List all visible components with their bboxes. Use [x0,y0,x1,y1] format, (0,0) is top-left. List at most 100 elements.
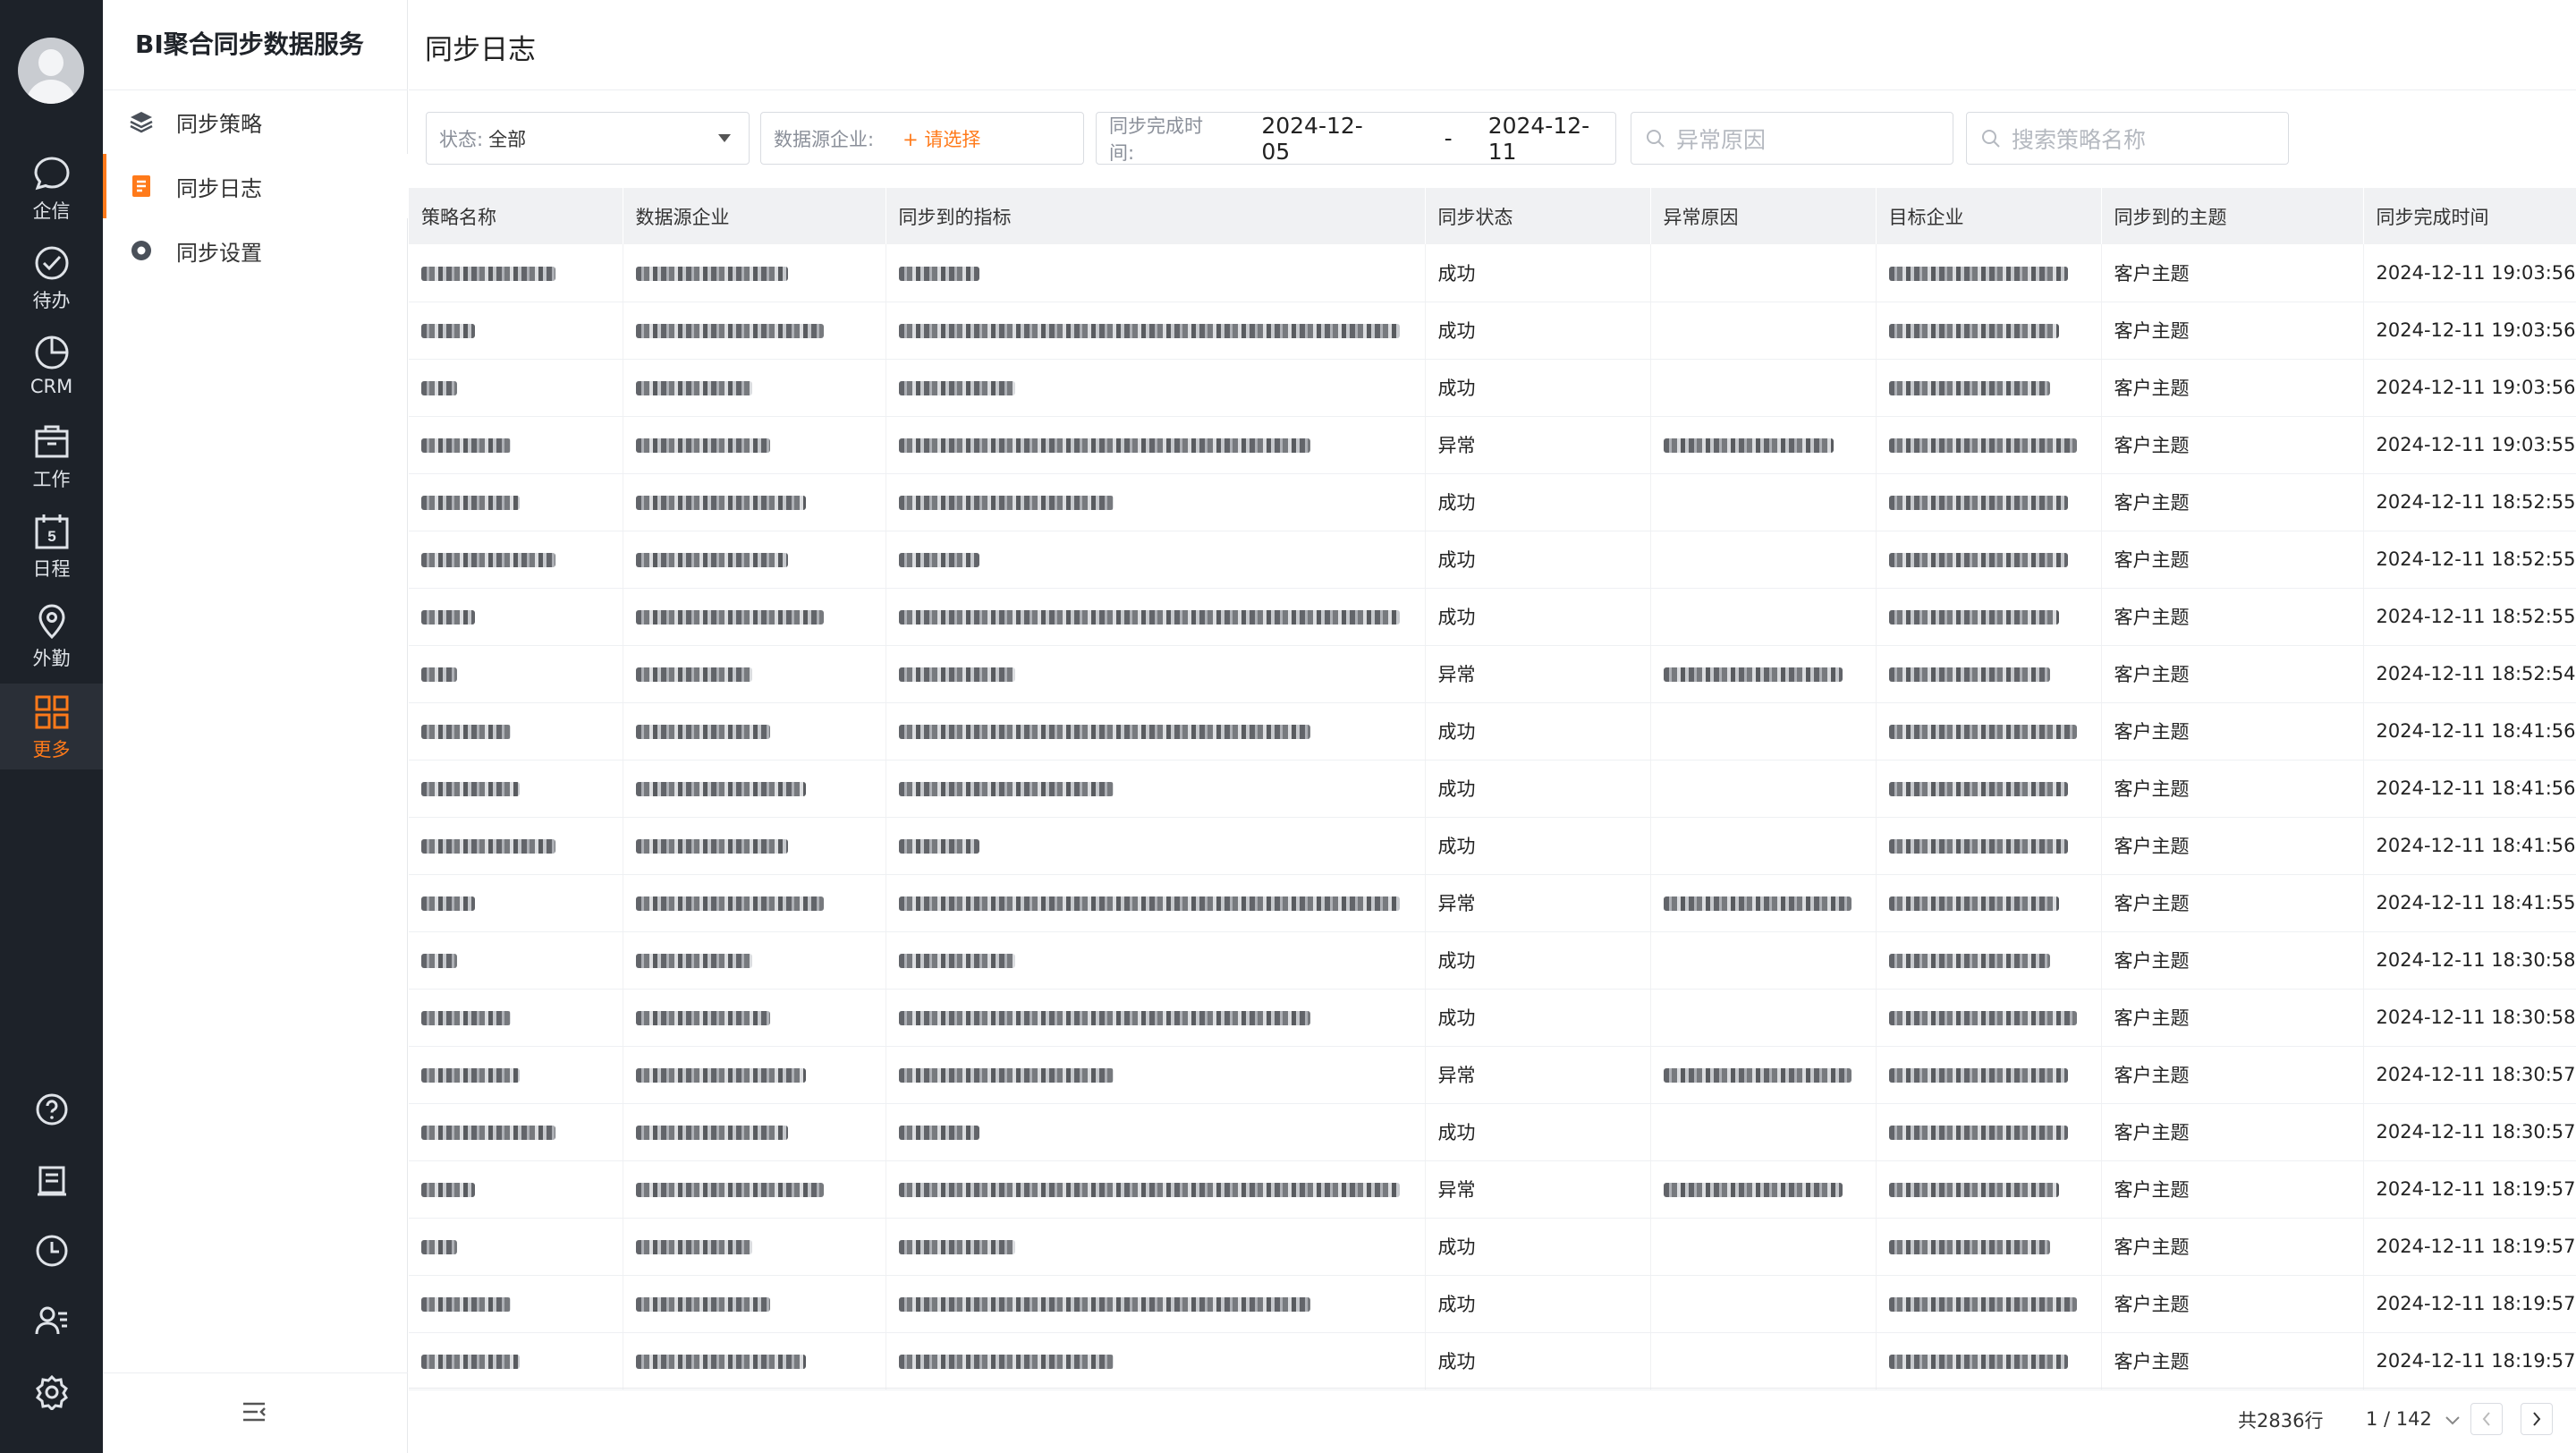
redacted-text [635,839,788,854]
table-row[interactable]: 异常 客户主题 2024-12-11 18:52:54 [409,645,2576,703]
next-page-button[interactable] [2521,1403,2553,1435]
redacted-text [635,1183,824,1197]
nav-item-field[interactable]: 外勤 [0,592,103,678]
nav-item-work[interactable]: 工作 [0,413,103,499]
target-company-cell [1876,931,2102,990]
history-button[interactable] [0,1222,103,1276]
table-row[interactable]: 成功 客户主题 2024-12-11 18:30:58 [409,931,2576,990]
redacted-text [1888,725,2077,739]
sync-status-cell: 异常 [1425,874,1651,932]
target-company-cell [1876,244,2102,302]
clock-icon [36,1235,67,1267]
table-row[interactable]: 异常 客户主题 2024-12-11 18:41:55 [409,874,2576,932]
date-from[interactable]: 2024-12-05 [1261,113,1388,165]
redacted-text [421,324,475,338]
table-row[interactable]: 异常 客户主题 2024-12-11 18:30:57 [409,1046,2576,1104]
redacted-text [1888,381,2050,395]
exception-reason-search[interactable]: 异常原因 [1631,112,1953,165]
table-row[interactable]: 成功 客户主题 2024-12-11 19:03:56 [409,244,2576,302]
calendar-day: 5 [47,528,55,545]
nav-item-calendar[interactable]: 5 日程 [0,503,103,589]
target-company-cell [1876,473,2102,531]
redacted-text [635,725,770,739]
nav-item-more[interactable]: 更多 [0,684,103,769]
table-row[interactable]: 成功 客户主题 2024-12-11 19:03:56 [409,359,2576,417]
sync-time-filter[interactable]: 同步完成时间: 2024-12-05 - 2024-12-11 [1096,112,1616,165]
metrics-cell [886,244,1426,302]
nav-item-crm[interactable]: CRM [0,324,103,410]
exception-reason-cell [1650,588,1877,646]
sync-status-cell: 成功 [1425,588,1651,646]
table-row[interactable]: 异常 客户主题 2024-12-11 18:19:57 [409,1160,2576,1219]
col-header[interactable]: 同步完成时间 [2363,188,2576,244]
table-row[interactable]: 异常 客户主题 2024-12-11 19:03:55 [409,416,2576,474]
table-row[interactable]: 成功 客户主题 2024-12-11 18:41:56 [409,760,2576,818]
sync-status-cell: 成功 [1425,817,1651,875]
help-button[interactable] [0,1081,103,1134]
strategy-name-cell [409,645,623,703]
table-row[interactable]: 成功 客户主题 2024-12-11 18:52:55 [409,473,2576,531]
page-indicator[interactable]: 1 / 142 [2366,1408,2460,1430]
redacted-text [898,896,1400,911]
metrics-cell [886,989,1426,1047]
contacts-button[interactable] [0,1292,103,1346]
source-company-cell [623,817,886,875]
avatar[interactable] [18,38,84,104]
sidebar-item-log[interactable]: 同步日志 [103,154,408,218]
status-filter[interactable]: 状态: 全部 [426,112,750,165]
col-header[interactable]: 同步到的主题 [2101,188,2364,244]
page-title: 同步日志 [425,34,536,66]
table-row[interactable]: 成功 客户主题 2024-12-11 18:19:57 [409,1275,2576,1333]
notes-button[interactable] [0,1152,103,1206]
sidebar-item-strategy[interactable]: 同步策略 [103,89,408,154]
table-row[interactable]: 成功 客户主题 2024-12-11 18:19:57 [409,1218,2576,1276]
table-row[interactable]: 成功 客户主题 2024-12-11 18:19:57 [409,1332,2576,1390]
metrics-cell [886,645,1426,703]
exception-reason-cell [1650,1103,1877,1161]
prev-page-button[interactable] [2470,1403,2503,1435]
col-header[interactable]: 同步状态 [1425,188,1651,244]
table-row[interactable]: 成功 客户主题 2024-12-11 18:41:56 [409,702,2576,760]
sync-status-cell: 异常 [1425,1160,1651,1219]
target-company-cell [1876,645,2102,703]
table-row[interactable]: 成功 客户主题 2024-12-11 18:52:55 [409,588,2576,646]
exception-reason-cell [1650,760,1877,818]
redacted-text [635,954,752,968]
table-row[interactable]: 成功 客户主题 2024-12-11 18:30:57 [409,1103,2576,1161]
redacted-text [1888,667,2050,682]
collapse-sidebar-button[interactable] [242,1401,267,1426]
sidebar-item-settings[interactable]: 同步设置 [103,218,408,283]
sync-theme-cell: 客户主题 [2101,702,2364,760]
redacted-text [635,266,788,281]
metrics-cell [886,302,1426,360]
col-header[interactable]: 异常原因 [1650,188,1877,244]
strategy-name-cell [409,874,623,932]
strategy-name-search[interactable]: 搜索策略名称 [1966,112,2289,165]
col-header[interactable]: 目标企业 [1876,188,2102,244]
table-row[interactable]: 成功 客户主题 2024-12-11 18:52:55 [409,531,2576,589]
source-company-cell [623,760,886,818]
date-to[interactable]: 2024-12-11 [1488,113,1615,165]
redacted-text [898,1068,1114,1083]
sync-time-label: 同步完成时间: [1109,115,1203,164]
col-header[interactable]: 策略名称 [409,188,623,244]
nav-item-todo[interactable]: 待办 [0,234,103,320]
source-company-select[interactable]: + 请选择 [902,125,980,152]
redacted-text [898,954,1015,968]
caret-down-icon [718,134,731,142]
strategy-name-cell [409,473,623,531]
settings-button[interactable] [0,1364,103,1417]
nav-item-chat[interactable]: 企信 [0,145,103,231]
col-header[interactable]: 数据源企业 [623,188,886,244]
redacted-text [1663,896,1852,911]
table-row[interactable]: 成功 客户主题 2024-12-11 19:03:56 [409,302,2576,360]
col-header[interactable]: 同步到的指标 [886,188,1426,244]
chevron-down-icon [2445,1416,2460,1425]
strategy-name-cell [409,302,623,360]
sync-time-cell: 2024-12-11 18:41:56 [2363,760,2576,818]
table-row[interactable]: 成功 客户主题 2024-12-11 18:41:56 [409,817,2576,875]
table-row[interactable]: 成功 客户主题 2024-12-11 18:30:58 [409,989,2576,1047]
source-company-filter[interactable]: 数据源企业: + 请选择 [760,112,1084,165]
sync-time-cell: 2024-12-11 18:19:57 [2363,1332,2576,1390]
sync-time-cell: 2024-12-11 19:03:56 [2363,244,2576,302]
